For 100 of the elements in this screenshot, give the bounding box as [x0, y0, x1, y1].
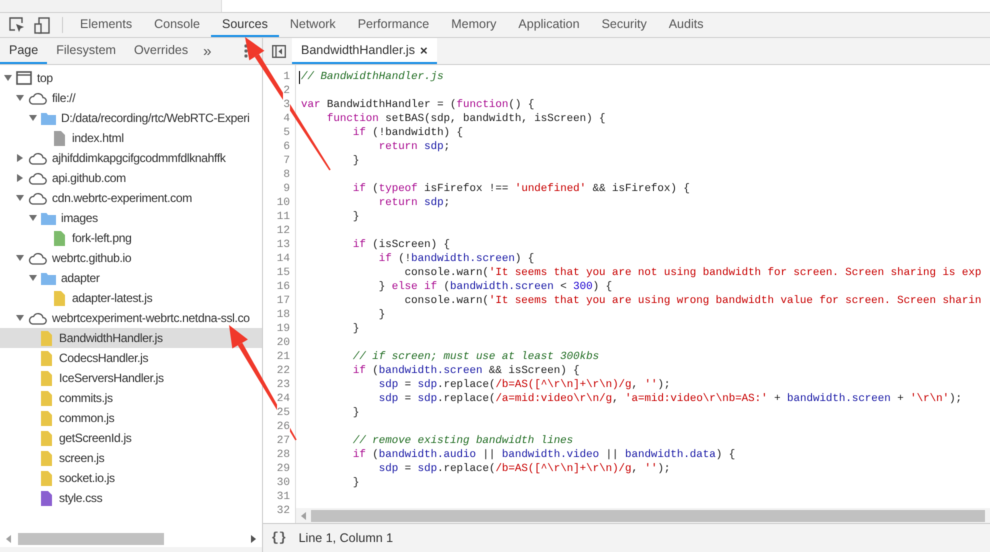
tree-item-label: CodecsHandler.js: [59, 350, 148, 367]
disclosure-triangle-icon[interactable]: [16, 314, 24, 322]
cloud-icon: [28, 152, 47, 164]
code-line: }: [378, 308, 386, 322]
more-options-icon[interactable]: [244, 44, 248, 58]
tree-item-label: file://: [52, 90, 76, 107]
scroll-left-icon[interactable]: [6, 535, 11, 543]
disclosure-triangle-icon[interactable]: [29, 214, 37, 222]
tree-item[interactable]: commits.js: [0, 388, 262, 408]
panel-tab[interactable]: Audits: [658, 13, 714, 37]
tree-item[interactable]: BandwidthHandler.js: [0, 328, 262, 348]
tree-item-label: IceServersHandler.js: [59, 370, 164, 387]
inspect-element-icon[interactable]: [9, 17, 25, 33]
disclosure-triangle-icon[interactable]: [29, 274, 37, 282]
disclosure-triangle-icon[interactable]: [16, 174, 24, 182]
cloud-icon: [28, 92, 47, 104]
tree-item[interactable]: index.html: [0, 128, 262, 148]
code-line: }: [352, 406, 360, 420]
navigator-tab[interactable]: Overrides: [124, 38, 198, 64]
file-icon: [41, 370, 52, 386]
file-icon: [41, 410, 52, 426]
code-line: if (!bandwidth) {: [352, 126, 463, 140]
code-line: function setBAS(sdp, bandwidth, isScreen) {: [326, 112, 606, 126]
tree-item[interactable]: adapter-latest.js: [0, 288, 262, 308]
tree-item[interactable]: CodecsHandler.js: [0, 348, 262, 368]
code-line: }: [352, 322, 360, 336]
tree-item-label: D:/data/recording/rtc/WebRTC-Experi: [61, 110, 250, 127]
tree-item[interactable]: common.js: [0, 408, 262, 428]
tree-item[interactable]: file://: [0, 88, 262, 108]
line-number: 2: [283, 84, 290, 98]
pretty-print-button[interactable]: {}: [271, 528, 287, 548]
panel-tab[interactable]: Network: [278, 13, 347, 37]
code-line: }: [352, 154, 360, 168]
panel-tab[interactable]: Console: [143, 13, 211, 37]
panel-tab[interactable]: Application: [507, 13, 591, 37]
tree-item[interactable]: images: [0, 208, 262, 228]
navigator-tab[interactable]: Filesystem: [47, 38, 125, 64]
panel-tab[interactable]: Elements: [69, 13, 144, 37]
toggle-navigator-icon[interactable]: [272, 44, 286, 58]
scroll-right-icon[interactable]: [251, 535, 256, 543]
tree-item[interactable]: IceServersHandler.js: [0, 368, 262, 388]
disclosure-triangle-icon[interactable]: [29, 114, 37, 122]
panel-tab[interactable]: Security: [590, 13, 658, 37]
disclosure-triangle-icon[interactable]: [16, 194, 24, 202]
line-number: 25: [276, 406, 290, 420]
tree-item[interactable]: style.css: [0, 488, 262, 508]
line-number: 3: [283, 98, 290, 112]
device-toolbar-icon[interactable]: [34, 16, 50, 34]
editor-tab-label: BandwidthHandler.js: [301, 42, 415, 59]
code-line: // BandwidthHandler.js: [301, 70, 444, 84]
folder-icon: [41, 212, 56, 224]
disclosure-triangle-icon[interactable]: [16, 254, 24, 262]
tree-item-label: adapter-latest.js: [72, 290, 152, 307]
code-line: if (!bandwidth.screen) {: [378, 252, 534, 266]
cloud-icon: [28, 252, 47, 264]
cloud-icon: [28, 172, 47, 184]
code-line: sdp = sdp.replace(/b=AS([^\r\n]+\r\n)/g, '');: [378, 462, 670, 476]
tree-item[interactable]: api.github.com: [0, 168, 262, 188]
disclosure-triangle-icon[interactable]: [16, 94, 24, 102]
tree-item[interactable]: adapter: [0, 268, 262, 288]
code-line: // if screen; must use at least 300kbs: [352, 350, 600, 364]
tree-item[interactable]: getScreenId.js: [0, 428, 262, 448]
tree-item[interactable]: cdn.webrtc-experiment.com: [0, 188, 262, 208]
tree-item[interactable]: D:/data/recording/rtc/WebRTC-Experi: [0, 108, 262, 128]
code-line: }: [352, 210, 360, 224]
cloud-icon: [28, 312, 47, 324]
panel-tab[interactable]: Performance: [346, 13, 440, 37]
tree-item-label: getScreenId.js: [59, 430, 132, 447]
code-line: var BandwidthHandler = (function() {: [301, 98, 534, 112]
tree-item-label: adapter: [61, 270, 100, 287]
file-icon: [41, 390, 52, 406]
tree-item[interactable]: webrtcexperiment-webrtc.netdna-ssl.co: [0, 308, 262, 328]
scrollbar-thumb[interactable]: [18, 533, 164, 545]
tree-item[interactable]: socket.io.js: [0, 468, 262, 488]
tree-item[interactable]: ajhifddimkapgcifgcodmmfdlknahffk: [0, 148, 262, 168]
tree-item[interactable]: webrtc.github.io: [0, 248, 262, 268]
code-line: console.warn('It seems that you are using wrong bandwidth value for screen. Screen sharin: [404, 294, 982, 308]
tree-item[interactable]: screen.js: [0, 448, 262, 468]
cursor-position: Line 1, Column 1: [298, 530, 394, 547]
tree-item-label: screen.js: [59, 450, 104, 467]
code-line: if (typeof isFirefox !== 'undefined' && isFirefox) {: [352, 182, 690, 196]
tree-item-label: style.css: [59, 490, 102, 507]
panel-tab[interactable]: Memory: [440, 13, 508, 37]
tree-item[interactable]: top: [0, 68, 262, 88]
file-icon: [54, 290, 65, 306]
tree-item-label: commits.js: [59, 390, 113, 407]
disclosure-triangle-icon[interactable]: [4, 74, 12, 82]
tree-item-label: socket.io.js: [59, 470, 115, 487]
code-line: } else if (bandwidth.screen < 300) {: [378, 280, 612, 294]
file-icon: [41, 470, 52, 486]
file-icon: [41, 450, 52, 466]
code-line: if (isScreen) {: [352, 238, 450, 252]
disclosure-triangle-icon[interactable]: [16, 154, 24, 162]
code-line: return sdp;: [378, 196, 450, 210]
editor-tab[interactable]: BandwidthHandler.js ×: [292, 38, 437, 64]
close-tab-button[interactable]: ×: [420, 44, 428, 56]
more-tabs-button[interactable]: »: [197, 44, 218, 58]
tree-item[interactable]: fork-left.png: [0, 228, 262, 248]
code-line: if (bandwidth.screen && isScreen) {: [352, 364, 580, 378]
scrollbar-thumb[interactable]: [311, 510, 985, 522]
